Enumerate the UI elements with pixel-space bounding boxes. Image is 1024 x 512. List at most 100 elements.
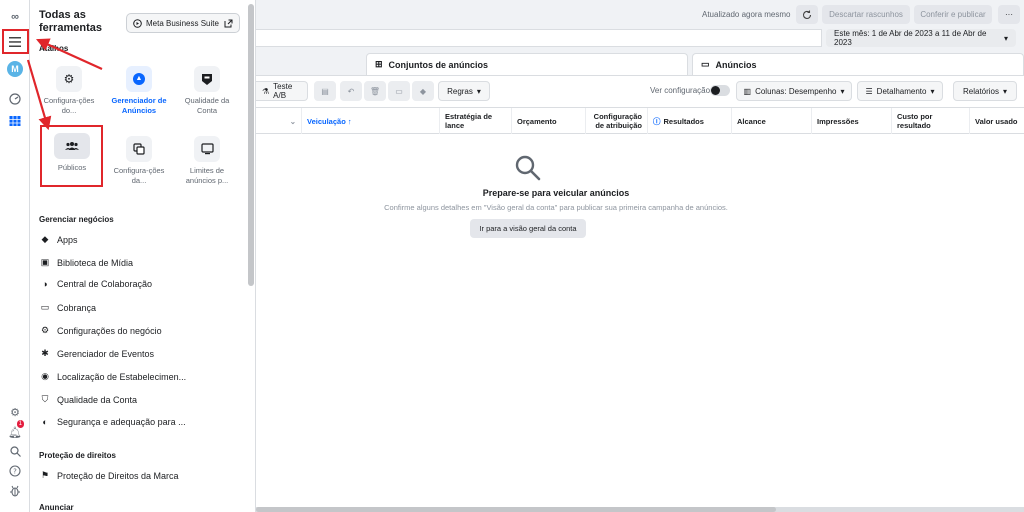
go-to-account-overview-button[interactable]: Ir para a visão geral da conta (470, 219, 586, 238)
breakdown-dropdown[interactable]: ☰ Detalhamento ▾ (857, 81, 943, 101)
menu-item-media-library[interactable]: ▣ Biblioteca de Mídia (40, 257, 240, 268)
ads-window-icon: ▭ (701, 59, 710, 69)
notifications-bell-icon[interactable]: 🔔︎ 1 (0, 420, 30, 441)
svg-text:?: ? (13, 468, 17, 476)
drawer-title: Todas as ferramentas (39, 9, 102, 34)
shield-icon: ⛉ (41, 394, 49, 404)
refresh-button[interactable] (796, 5, 818, 24)
all-tools-drawer: Todas as ferramentas Meta Business Suite… (30, 0, 256, 512)
menu-item-collaboration-center[interactable]: ◑ Central de Colaboração (40, 279, 240, 289)
meta-logo-icon[interactable]: ∞ (0, 8, 30, 26)
tab-ads[interactable]: ▭ Anúncios (692, 53, 1024, 75)
shortcut-label: Gerenciador de Anúncios (111, 96, 167, 115)
menu-item-label: Gerenciador de Eventos (57, 348, 155, 359)
refresh-icon (803, 10, 812, 19)
column-bid-strategy[interactable]: Estratégia de lance (440, 108, 512, 134)
card-icon: ▭ (40, 302, 50, 312)
rules-label: Regras (447, 86, 473, 96)
column-budget[interactable]: Orçamento (512, 108, 586, 134)
external-link-icon (224, 19, 233, 27)
shortcut-ad-account-settings[interactable]: ⚙ Configura-ções do... (36, 66, 102, 116)
discard-drafts-button[interactable]: Descartar rascunhos (822, 5, 910, 24)
ab-test-label: Teste A/B (273, 82, 293, 100)
horizontal-scrollbar[interactable] (256, 507, 1024, 512)
flask-icon: ⚗ (262, 86, 270, 96)
menu-item-brand-rights[interactable]: ⚑ Proteção de Direitos da Marca (40, 470, 240, 481)
help-icon[interactable]: ? (0, 462, 30, 480)
columns-dropdown[interactable]: ▥ Colunas: Desempenho ▾ (736, 81, 852, 101)
undo-button[interactable]: ↶ (340, 81, 362, 101)
view-setup-toggle[interactable] (710, 85, 730, 96)
rules-dropdown[interactable]: Regras ▾ (438, 81, 490, 101)
rights-protection-label: Proteção de direitos (39, 451, 116, 460)
bug-report-icon[interactable] (0, 482, 30, 500)
search-icon[interactable] (0, 442, 30, 460)
shortcut-business-settings[interactable]: Configura-ções da... (106, 136, 172, 186)
menu-item-billing[interactable]: ▭ Cobrança (40, 302, 240, 313)
column-sort-chevron[interactable]: ⌄ (256, 108, 302, 134)
shortcut-ad-limits[interactable]: Limites de anúncios p... (174, 136, 240, 186)
menu-item-label: Proteção de Direitos da Marca (57, 470, 179, 481)
undo-icon: ↶ (347, 86, 355, 96)
tab-label: Anúncios (715, 59, 757, 70)
column-impressions[interactable]: Impressões (812, 108, 892, 134)
trash-icon: 🗑︎ (369, 86, 381, 96)
meta-business-suite-button[interactable]: Meta Business Suite (126, 13, 240, 33)
scrollbar-thumb[interactable] (256, 507, 776, 512)
column-cost-per-result[interactable]: Custo por resultado (892, 108, 970, 134)
annotation-highlight-menu (2, 29, 29, 54)
caret-down-icon: ▾ (476, 86, 481, 96)
duplicate-button[interactable]: ▤ (314, 81, 336, 101)
column-label: Resultados (663, 116, 704, 126)
ab-test-button[interactable]: ⚗ Teste A/B (256, 81, 308, 101)
drawer-scrollbar[interactable] (248, 4, 254, 286)
menu-item-label: Central de Colaboração (57, 279, 153, 289)
dashboard-icon[interactable] (0, 90, 30, 108)
review-publish-button[interactable]: Conferir e publicar (914, 5, 992, 24)
tag-button[interactable]: ◆ (412, 81, 434, 101)
shortcut-label: Qualidade da Conta (184, 96, 230, 115)
top-bar: Atualizado agora mesmo Descartar rascunh… (256, 0, 1024, 28)
reports-label: Relatórios (962, 86, 999, 96)
menu-item-store-locations[interactable]: ◉ Localização de Estabelecimen... (40, 371, 240, 382)
menu-item-account-quality[interactable]: ⛉ Qualidade da Conta (40, 394, 240, 405)
adsets-grid-icon: ⊞ (375, 59, 383, 69)
table-icon[interactable] (0, 112, 30, 130)
shortcut-ads-manager[interactable]: ▲ Gerenciador de Anúncios (106, 66, 172, 116)
column-attribution[interactable]: Configuração de atribuição (586, 108, 648, 134)
breakdown-icon: ☰ (865, 86, 873, 96)
date-range-picker[interactable]: Este mês: 1 de Abr de 2023 a 11 de Abr d… (826, 29, 1016, 47)
tag-icon: ◆ (419, 86, 427, 96)
caret-down-icon: ▾ (840, 86, 845, 96)
delete-button[interactable]: 🗑︎ (364, 81, 386, 101)
menu-item-apps[interactable]: ◆ Apps (40, 234, 240, 245)
updated-status: Atualizado agora mesmo (702, 10, 791, 19)
column-reach[interactable]: Alcance (732, 108, 812, 134)
tab-adsets[interactable]: ⊞ Conjuntos de anúncios (366, 53, 688, 75)
menu-item-label: Segurança e adequação para ... (57, 417, 186, 427)
reports-dropdown[interactable]: Relatórios ▾ (953, 81, 1017, 101)
shield-icon (194, 66, 220, 92)
shortcut-account-quality[interactable]: Qualidade da Conta (174, 66, 240, 116)
menu-item-label: Cobrança (57, 302, 97, 313)
column-delivery[interactable]: Veiculação ↑ (302, 108, 440, 134)
chevron-down-icon: ▾ (1003, 33, 1008, 43)
shortcut-label: Configura-ções da... (113, 166, 165, 185)
column-results[interactable]: ⓘ Resultados (648, 108, 732, 134)
more-options-button[interactable]: ··· (998, 5, 1020, 24)
menu-item-brand-safety[interactable]: ◐ Segurança e adequação para ... (40, 417, 240, 427)
preview-button[interactable]: ▭ (388, 81, 410, 101)
column-amount-spent[interactable]: Valor usado (970, 108, 1024, 134)
breakdown-label: Detalhamento (876, 86, 927, 96)
annotation-highlight-audiences (40, 125, 103, 187)
meta-business-suite-icon (133, 18, 142, 28)
campaign-table-panel: ⚗ Teste A/B ▤ ↶ 🗑︎ ▭ ◆ Regras ▾ Ver conf… (256, 75, 1024, 507)
search-filter-bar[interactable] (256, 29, 822, 47)
menu-item-label: Qualidade da Conta (57, 394, 138, 405)
menu-item-events-manager[interactable]: ✱ Gerenciador de Eventos (40, 348, 240, 359)
account-avatar[interactable]: M (0, 60, 30, 78)
menu-item-business-settings[interactable]: ⚙ Configurações do negócio (40, 325, 240, 336)
menu-item-label: Localização de Estabelecimen... (57, 371, 187, 382)
settings-gear-icon[interactable]: ⚙ (0, 403, 30, 421)
cube-icon: ◆ (41, 234, 49, 244)
